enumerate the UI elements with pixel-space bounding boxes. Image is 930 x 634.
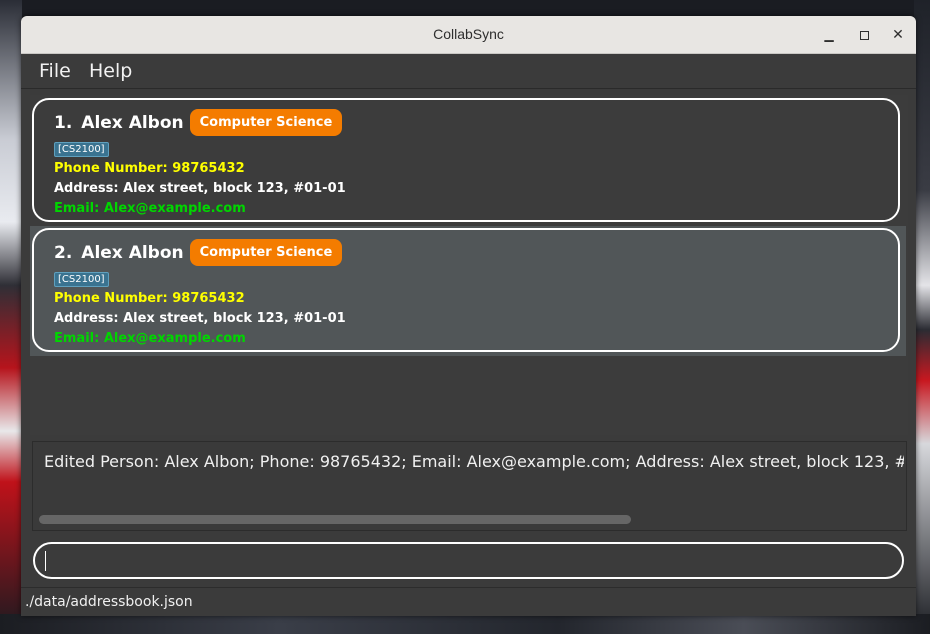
person-phone: Phone Number: 98765432 [54, 291, 245, 306]
person-phone: Phone Number: 98765432 [54, 161, 245, 176]
close-icon[interactable]: ✕ [888, 25, 908, 45]
course-tag: [CS2100] [54, 272, 109, 287]
person-email: Email: Alex@example.com [54, 331, 246, 346]
major-badge: Computer Science [189, 109, 343, 136]
person-index: 1. [54, 112, 73, 133]
person-card-selected[interactable]: 2. Alex Albon Computer Science [CS2100] … [32, 228, 900, 352]
status-bar: ./data/addressbook.json [21, 587, 916, 616]
person-address: Address: Alex street, block 123, #01-01 [54, 181, 346, 196]
app-window: CollabSync ▁ ✕ File Help 1. Alex Albon C… [21, 16, 916, 616]
command-input[interactable] [33, 542, 904, 579]
menu-file[interactable]: File [39, 60, 71, 82]
menu-help[interactable]: Help [89, 60, 132, 82]
minimize-icon[interactable]: ▁ [819, 25, 839, 45]
result-display: Edited Person: Alex Albon; Phone: 987654… [32, 441, 907, 531]
person-list: 1. Alex Albon Computer Science [CS2100] … [30, 95, 908, 435]
person-index: 2. [54, 242, 73, 263]
result-message: Edited Person: Alex Albon; Phone: 987654… [44, 452, 904, 471]
person-card[interactable]: 1. Alex Albon Computer Science [CS2100] … [32, 98, 900, 222]
text-caret [45, 551, 46, 571]
maximize-icon[interactable] [854, 25, 874, 45]
desktop-background-bottom [0, 614, 930, 634]
major-badge: Computer Science [189, 239, 343, 266]
desktop-background-left [0, 0, 22, 634]
desktop-background-right [914, 0, 930, 634]
course-tag: [CS2100] [54, 142, 109, 157]
horizontal-scrollbar[interactable] [39, 515, 631, 524]
person-name: Alex Albon [81, 112, 184, 133]
person-name: Alex Albon [81, 242, 184, 263]
title-bar: CollabSync ▁ ✕ [21, 16, 916, 54]
save-location: ./data/addressbook.json [25, 594, 193, 610]
menu-bar: File Help [21, 54, 916, 89]
window-title: CollabSync [433, 26, 504, 42]
person-email: Email: Alex@example.com [54, 201, 246, 216]
person-address: Address: Alex street, block 123, #01-01 [54, 311, 346, 326]
